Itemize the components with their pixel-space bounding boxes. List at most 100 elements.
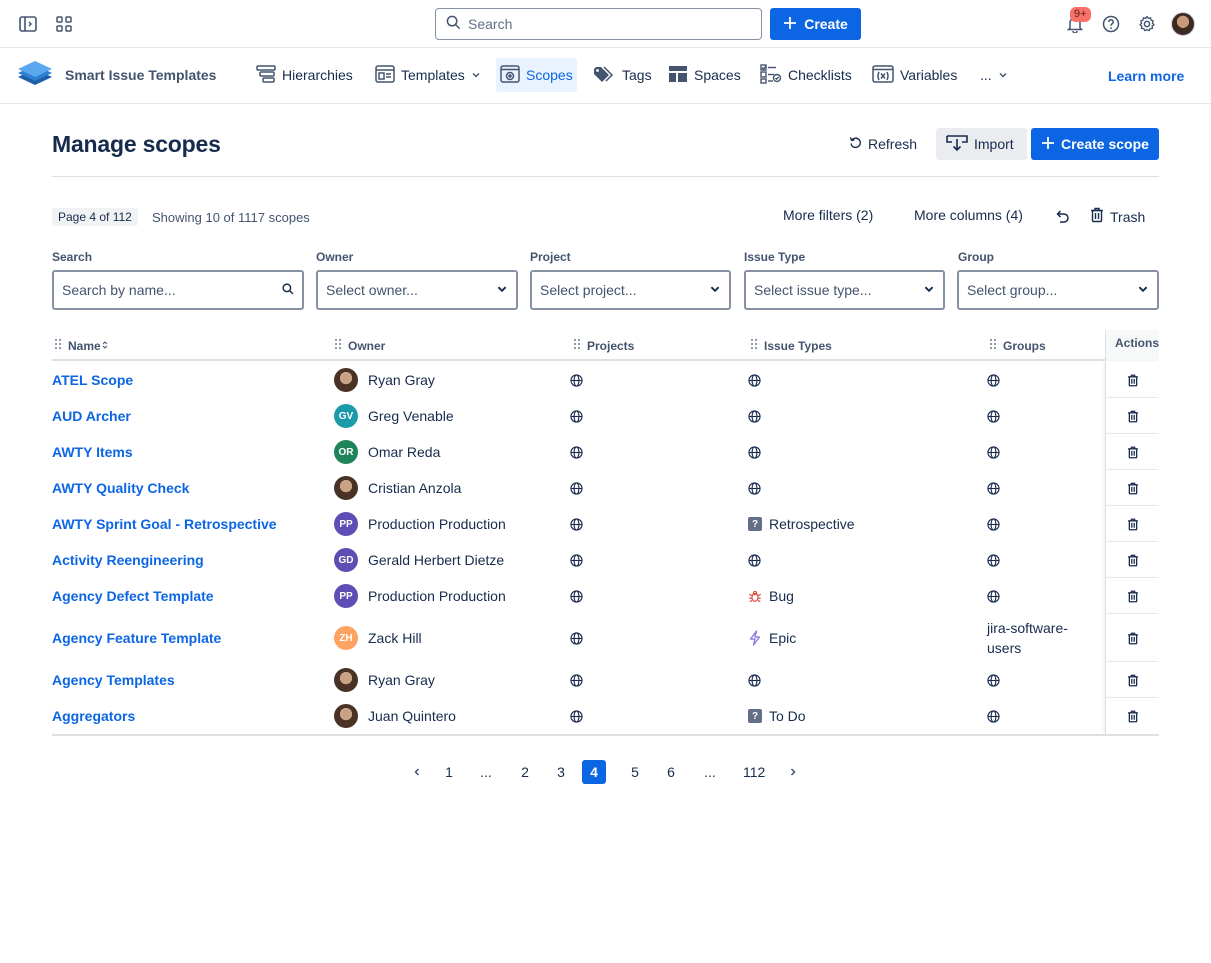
global-search-input[interactable]: Search [435,8,762,40]
scope-name-link[interactable]: AWTY Sprint Goal - Retrospective [52,516,277,532]
page-button[interactable]: 6 [659,760,683,784]
owner-name: Production Production [368,516,506,532]
trash-button[interactable]: Trash [1090,207,1145,226]
page-button[interactable]: 112 [737,760,771,784]
scope-name-link[interactable]: Agency Feature Template [52,630,221,646]
delete-trash-icon[interactable] [1127,482,1139,495]
trash-label: Trash [1110,208,1146,225]
name-search-input[interactable]: Search by name... [52,270,304,310]
delete-trash-icon[interactable] [1127,518,1139,531]
globe-icon [987,409,1000,423]
create-scope-button[interactable]: Create scope [1031,128,1159,160]
delete-trash-icon[interactable] [1127,554,1139,567]
settings-gear-icon[interactable] [1135,12,1159,36]
column-name-label: Name [68,338,101,353]
page-button[interactable]: 3 [549,760,573,784]
drag-handle-icon[interactable] [750,338,758,353]
epic-icon [748,630,762,646]
app-window: Search Create 9+ Smart Issue Templates H… [0,0,1211,963]
drag-handle-icon[interactable] [989,338,997,353]
delete-trash-icon[interactable] [1127,590,1139,603]
delete-trash-icon[interactable] [1127,710,1139,723]
projects-cell [570,614,583,662]
scope-name-link[interactable]: Agency Defect Template [52,588,214,604]
delete-trash-icon[interactable] [1127,446,1139,459]
drag-handle-icon[interactable] [54,338,62,353]
search-icon [282,282,294,298]
scope-name-link[interactable]: AUD Archer [52,408,131,424]
scope-name-link[interactable]: Agency Templates [52,672,175,688]
owner-select[interactable]: Select owner... [316,270,518,310]
page-button[interactable]: 1 [437,760,461,784]
page-button[interactable]: 5 [623,760,647,784]
learn-more-link[interactable]: Learn more [1108,68,1184,84]
issue-types-cell [748,470,761,506]
app-switcher-icon[interactable] [52,12,76,36]
column-header-owner[interactable]: Owner [334,338,385,353]
sidebar-toggle-icon[interactable] [16,12,40,36]
import-button[interactable]: Import [936,128,1027,160]
column-header-projects[interactable]: Projects [573,338,634,353]
refresh-button[interactable]: Refresh [839,128,927,160]
drag-handle-icon[interactable] [334,338,342,353]
scope-name-link[interactable]: ATEL Scope [52,372,133,388]
search-placeholder: Search [468,16,513,32]
more-filters-button[interactable]: More filters (2) [783,207,873,223]
issue-types-cell: ? To Do [748,698,806,734]
nav-spaces[interactable]: Spaces [664,58,745,92]
undo-icon[interactable] [1054,209,1070,223]
project-select[interactable]: Select project... [530,270,731,310]
scope-name-cell: Activity Reengineering [52,542,204,578]
table-row: Activity Reengineering GD Gerald Herbert D… [52,542,1159,578]
actions-cell [1105,698,1159,734]
chevron-down-icon [998,67,1008,83]
user-avatar[interactable] [1171,12,1195,36]
group-select[interactable]: Select group... [957,270,1159,310]
column-header-issue-types[interactable]: Issue Types [750,338,832,353]
scope-name-link[interactable]: Aggregators [52,708,135,724]
app-navigation-bar: Smart Issue Templates Hierarchies Templa… [0,48,1211,104]
table-row: ATEL Scope Ryan Gray [52,362,1159,398]
sort-icon[interactable] [102,339,108,353]
page-button[interactable]: 4 [582,760,606,784]
groups-cell [987,506,1087,542]
nav-tags[interactable]: Tags [588,58,656,92]
previous-page-button[interactable] [405,760,429,784]
globe-icon [570,373,583,387]
nav-hierarchies[interactable]: Hierarchies [252,58,357,92]
issue-types-cell [748,434,761,470]
chevron-down-icon [471,67,481,83]
scope-name-link[interactable]: Activity Reengineering [52,552,204,568]
bug-icon [748,589,762,603]
nav-variables[interactable]: Variables [868,58,961,92]
delete-trash-icon[interactable] [1127,674,1139,687]
page-button[interactable]: 2 [513,760,537,784]
globe-icon [748,481,761,495]
global-create-button[interactable]: Create [770,8,861,40]
delete-trash-icon[interactable] [1127,374,1139,387]
issue-type-select[interactable]: Select issue type... [744,270,945,310]
project-filter-label: Project [530,250,571,264]
more-columns-button[interactable]: More columns (4) [914,207,1023,223]
scope-name-link[interactable]: AWTY Items [52,444,133,460]
table-row: AWTY Items OR Omar Reda [52,434,1159,470]
nav-templates[interactable]: Templates [371,58,485,92]
question-icon: ? [748,709,762,723]
variable-icon [872,64,894,86]
owner-filter-label: Owner [316,250,354,264]
nav-checklists[interactable]: Checklists [756,58,856,92]
column-header-name[interactable]: Name [54,338,108,353]
delete-trash-icon[interactable] [1127,410,1139,423]
scope-name-link[interactable]: AWTY Quality Check [52,480,189,496]
nav-scopes[interactable]: Scopes [496,58,577,92]
issue-type-label: Retrospective [769,516,855,532]
avatar: PP [334,584,358,608]
next-page-button[interactable] [781,760,805,784]
column-header-groups[interactable]: Groups [989,338,1046,353]
more-filters-label: More filters (2) [783,207,874,223]
help-icon[interactable] [1099,12,1123,36]
delete-trash-icon[interactable] [1127,632,1139,645]
drag-handle-icon[interactable] [573,338,581,353]
issue-type-label: Bug [769,588,794,604]
nav-more[interactable]: ... [976,58,1012,92]
